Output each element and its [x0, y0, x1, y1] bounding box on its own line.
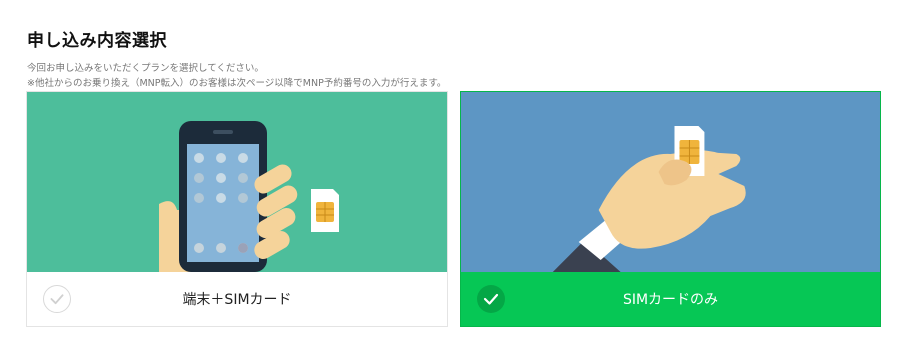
sim-card-in-hand-illustration: [461, 92, 880, 272]
plan-option-label: SIMカードのみ: [622, 292, 719, 308]
plan-option-footer: 端末＋SIMカード: [27, 272, 447, 326]
mnp-note-text: ※他社からのお乗り換え（MNP転入）のお客様は次ページ以降でMNP予約番号の入力…: [27, 78, 447, 89]
plan-option-sim-only[interactable]: SIMカードのみ: [460, 91, 881, 327]
plan-option-label: 端末＋SIMカード: [182, 292, 292, 308]
phone-and-sim-illustration: [27, 92, 447, 272]
plan-option-device-sim[interactable]: 端末＋SIMカード: [26, 91, 448, 327]
check-icon: [477, 285, 505, 313]
plan-option-footer: SIMカードのみ: [461, 272, 880, 326]
check-icon: [43, 285, 71, 313]
description-text: 今回お申し込みをいただくプランを選択してください。: [27, 63, 264, 74]
page-title: 申し込み内容選択: [27, 31, 167, 51]
